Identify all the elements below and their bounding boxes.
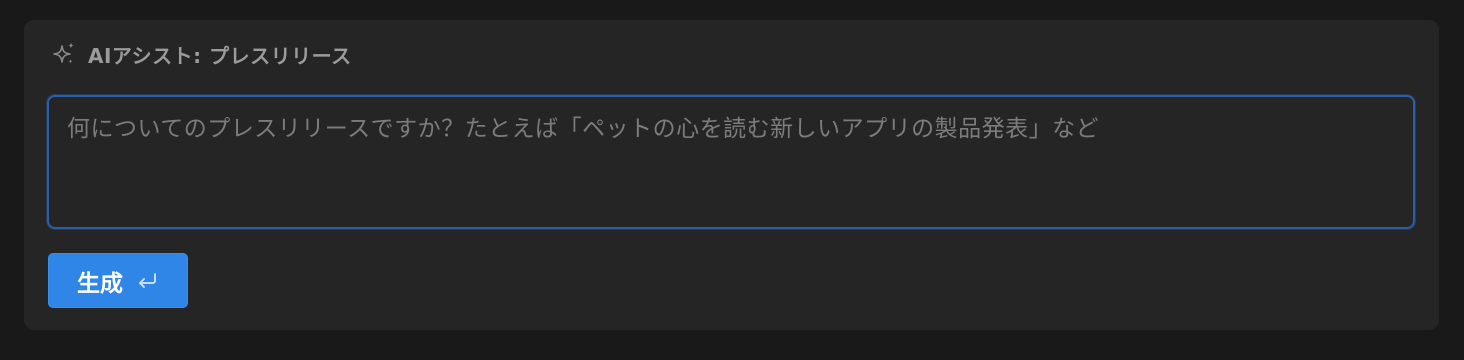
panel-header: AIアシスト: プレスリリース: [50, 36, 352, 72]
prompt-field-frame: [47, 95, 1415, 229]
panel-title: AIアシスト: プレスリリース: [88, 43, 352, 68]
enter-key-icon: [135, 269, 159, 293]
ai-assist-panel: AIアシスト: プレスリリース 生成: [24, 20, 1439, 330]
generate-button[interactable]: 生成: [48, 253, 188, 308]
generate-button-label: 生成: [77, 270, 123, 297]
prompt-input[interactable]: [49, 97, 1413, 227]
sparkle-icon: [50, 40, 78, 68]
